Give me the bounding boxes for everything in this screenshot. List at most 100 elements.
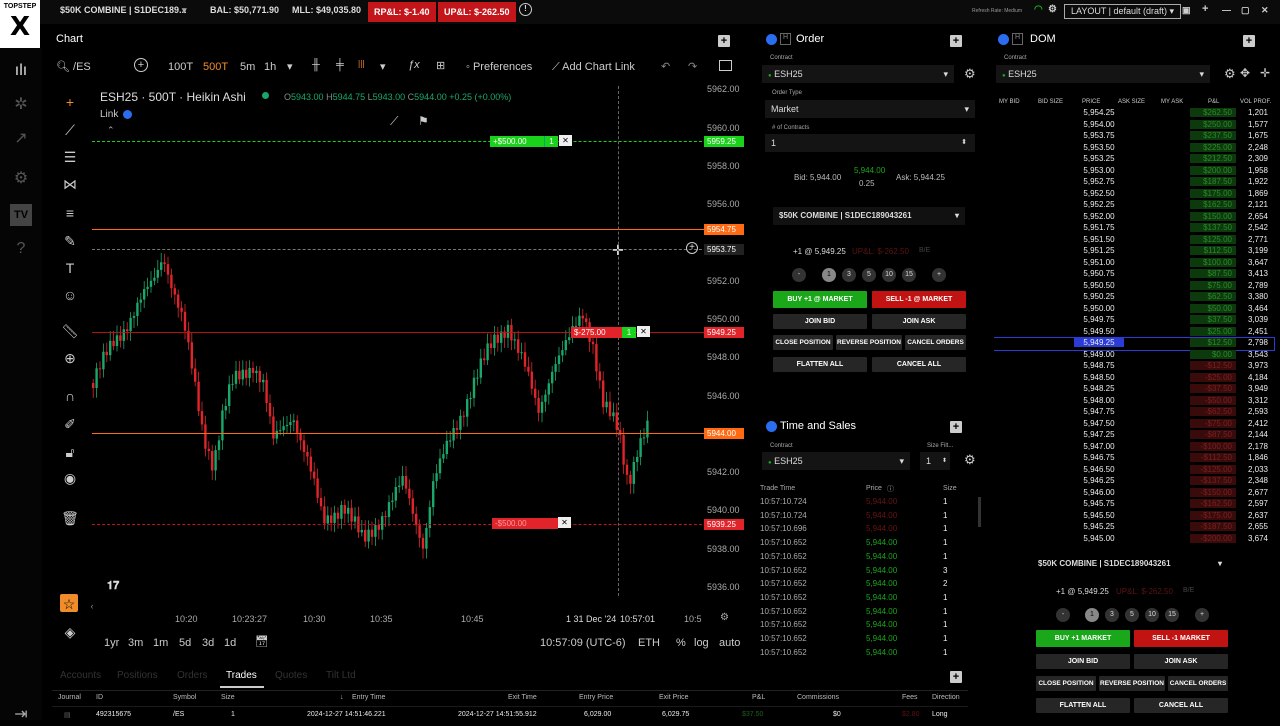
add-panel-button[interactable]: + — [1243, 35, 1255, 47]
reverse-position-button[interactable]: REVERSE POSITION — [1099, 676, 1165, 691]
stepper-icon[interactable]: ⬍ — [942, 452, 947, 470]
dom-row[interactable]: 5,946.50 -$125.00 2,033 — [994, 464, 1274, 477]
dom-price[interactable]: 5,953.50 — [1074, 143, 1124, 152]
qty-3[interactable]: 3 — [842, 268, 856, 282]
qty-5[interactable]: 5 — [1125, 608, 1139, 622]
account-select[interactable]: $50K COMBINE | S1DEC189043261 ▾ — [773, 207, 965, 225]
qty-decrement[interactable]: - — [1056, 608, 1070, 622]
join-ask-button[interactable]: JOIN ASK — [872, 314, 966, 329]
text-icon[interactable]: T — [60, 258, 80, 278]
contract-select[interactable]: ● ESH25 ▾ — [762, 452, 910, 470]
close-position-button[interactable]: CLOSE POSITION — [773, 335, 833, 350]
percent-scale[interactable]: % — [676, 637, 686, 649]
eye-icon[interactable]: ◉ — [60, 468, 80, 488]
stepper-icon[interactable]: ⬍ — [961, 134, 967, 152]
dom-row[interactable]: 5,952.00 $150.00 2,654 — [994, 211, 1274, 224]
close-icon[interactable]: ✕ — [1261, 5, 1269, 16]
candle-style-icon[interactable]: ╪ — [336, 59, 344, 71]
add-chart-button[interactable]: + — [718, 35, 730, 47]
dom-row[interactable]: 5,952.75 $187.50 1,922 — [994, 177, 1274, 189]
settings-icon[interactable]: ⚙ — [10, 168, 32, 190]
position-pnl-tag[interactable]: $-275.00 — [571, 327, 629, 338]
qty-10[interactable]: 10 — [1145, 608, 1159, 622]
tab-tilt[interactable]: Tilt Ltd — [326, 670, 356, 681]
gear-icon[interactable]: ⚙ — [1048, 4, 1057, 15]
range-1d[interactable]: 1d — [224, 637, 236, 649]
join-bid-button[interactable]: JOIN BID — [773, 314, 867, 329]
dom-row[interactable]: 5,950.00 $50.00 3,464 — [994, 303, 1274, 316]
dom-price[interactable]: 5,949.00 — [1074, 350, 1124, 359]
dom-row[interactable]: 5,949.25 $12.50 2,798 — [994, 337, 1275, 351]
dom-price[interactable]: 5,947.00 — [1074, 442, 1124, 451]
layout-selector[interactable]: LAYOUT | default (draft) ▾ — [1064, 4, 1182, 19]
qty-15[interactable]: 15 — [1165, 608, 1179, 622]
sl-pnl-tag[interactable]: -$500.00 — [492, 518, 558, 529]
dom-ladder[interactable]: 5,954.25 $262.50 1,201 5,954.00 $250.00 1,577… — [994, 108, 1276, 548]
pin-icon[interactable]: H — [1012, 33, 1023, 45]
chevron-down-icon[interactable]: ▾ — [287, 60, 293, 73]
dom-price[interactable]: 5,954.25 — [1074, 108, 1124, 117]
qty-increment[interactable]: + — [1195, 608, 1209, 622]
contract-select[interactable]: ● ESH25 ▾ — [762, 65, 954, 83]
preferences-button[interactable]: ◦ Preferences — [466, 61, 532, 73]
dom-row[interactable]: 5,947.50 -$75.00 2,412 — [994, 418, 1274, 431]
dom-row[interactable]: 5,953.50 $225.00 2,248 — [994, 142, 1274, 155]
dom-row[interactable]: 5,954.00 $250.00 1,577 — [994, 119, 1274, 132]
close-position-button[interactable]: CLOSE POSITION — [1036, 676, 1096, 691]
trend-icon[interactable]: ↗ — [10, 128, 32, 150]
dom-row[interactable]: 5,947.25 -$87.50 2,144 — [994, 430, 1274, 442]
order-type-select[interactable]: Market ▾ — [765, 100, 975, 118]
dom-price[interactable]: 5,948.50 — [1074, 373, 1124, 382]
tab-orders[interactable]: Orders — [177, 670, 208, 681]
pin-icon[interactable]: H — [780, 33, 791, 45]
scrollbar[interactable] — [978, 497, 981, 527]
range-3d[interactable]: 3d — [202, 637, 214, 649]
redo-icon[interactable]: ↷ — [688, 60, 697, 73]
tv-icon[interactable]: TV — [10, 204, 32, 226]
save-icon[interactable]: ▣ — [1182, 5, 1191, 16]
dom-row[interactable]: 5,954.25 $262.50 1,201 — [994, 108, 1274, 120]
dom-row[interactable]: 5,949.00 $0.00 3,543 — [994, 349, 1274, 362]
interval-5m[interactable]: 5m — [240, 61, 255, 73]
undo-icon[interactable]: ↶ — [661, 60, 670, 73]
lock-icon[interactable]: 🔓︎ — [60, 442, 80, 462]
dom-price[interactable]: 5,948.75 — [1074, 361, 1124, 370]
cancel-orders-button[interactable]: CANCEL ORDERS — [1168, 676, 1228, 691]
dom-row[interactable]: 5,948.50 -$25.00 4,184 — [994, 372, 1274, 385]
close-position-icon[interactable]: ✕ — [637, 326, 650, 337]
dom-row[interactable]: 5,949.75 $37.50 3,039 — [994, 315, 1274, 327]
qty-decrement[interactable]: - — [792, 268, 806, 282]
reverse-position-button[interactable]: REVERSE POSITION — [836, 335, 902, 350]
dom-price[interactable]: 5,948.25 — [1074, 384, 1124, 393]
add-alert-icon[interactable]: + — [686, 242, 698, 254]
zoom-icon[interactable]: ⊕ — [60, 348, 80, 368]
dom-price[interactable]: 5,952.50 — [1074, 189, 1124, 198]
add-chart-link-button[interactable]: ⟋ Add Chart Link — [552, 61, 635, 74]
dom-price[interactable]: 5,953.25 — [1074, 154, 1124, 163]
dom-row[interactable]: 5,946.75 -$112.50 1,846 — [994, 453, 1274, 465]
dom-price[interactable]: 5,949.25 — [1074, 338, 1124, 347]
tab-positions[interactable]: Positions — [117, 670, 158, 681]
dom-row[interactable]: 5,945.75 -$162.50 2,597 — [994, 499, 1274, 511]
dom-row[interactable]: 5,950.75 $87.50 3,413 — [994, 269, 1274, 281]
interval-500t[interactable]: 500T — [203, 61, 228, 73]
join-bid-button[interactable]: JOIN BID — [1036, 654, 1130, 669]
dom-price[interactable]: 5,952.25 — [1074, 200, 1124, 209]
qty-1[interactable]: 1 — [1085, 608, 1099, 622]
chevron-down-icon[interactable]: ▾ — [182, 5, 187, 16]
qty-10[interactable]: 10 — [882, 268, 896, 282]
auto-scale[interactable]: auto — [719, 637, 740, 649]
dom-price[interactable]: 5,945.25 — [1074, 522, 1124, 531]
trash-icon[interactable]: 🗑︎ — [60, 508, 80, 528]
chart-icon[interactable]: ılı — [10, 60, 32, 82]
chevron-down-icon[interactable]: ▾ — [380, 60, 386, 73]
trendline-icon[interactable]: ⟋ — [60, 120, 80, 140]
dom-price[interactable]: 5,945.50 — [1074, 511, 1124, 520]
heikin-ashi-icon[interactable]: ꔖ — [358, 59, 365, 72]
cancel-orders-button[interactable]: CANCEL ORDERS — [905, 335, 966, 350]
contract-select[interactable]: ● ESH25 ▾ — [996, 65, 1210, 83]
magnet-icon[interactable]: ∩ — [60, 386, 80, 406]
buy-market-button[interactable]: BUY +1 @ MARKET — [773, 291, 867, 308]
dom-price[interactable]: 5,945.75 — [1074, 499, 1124, 508]
dom-row[interactable]: 5,953.25 $212.50 2,309 — [994, 154, 1274, 166]
